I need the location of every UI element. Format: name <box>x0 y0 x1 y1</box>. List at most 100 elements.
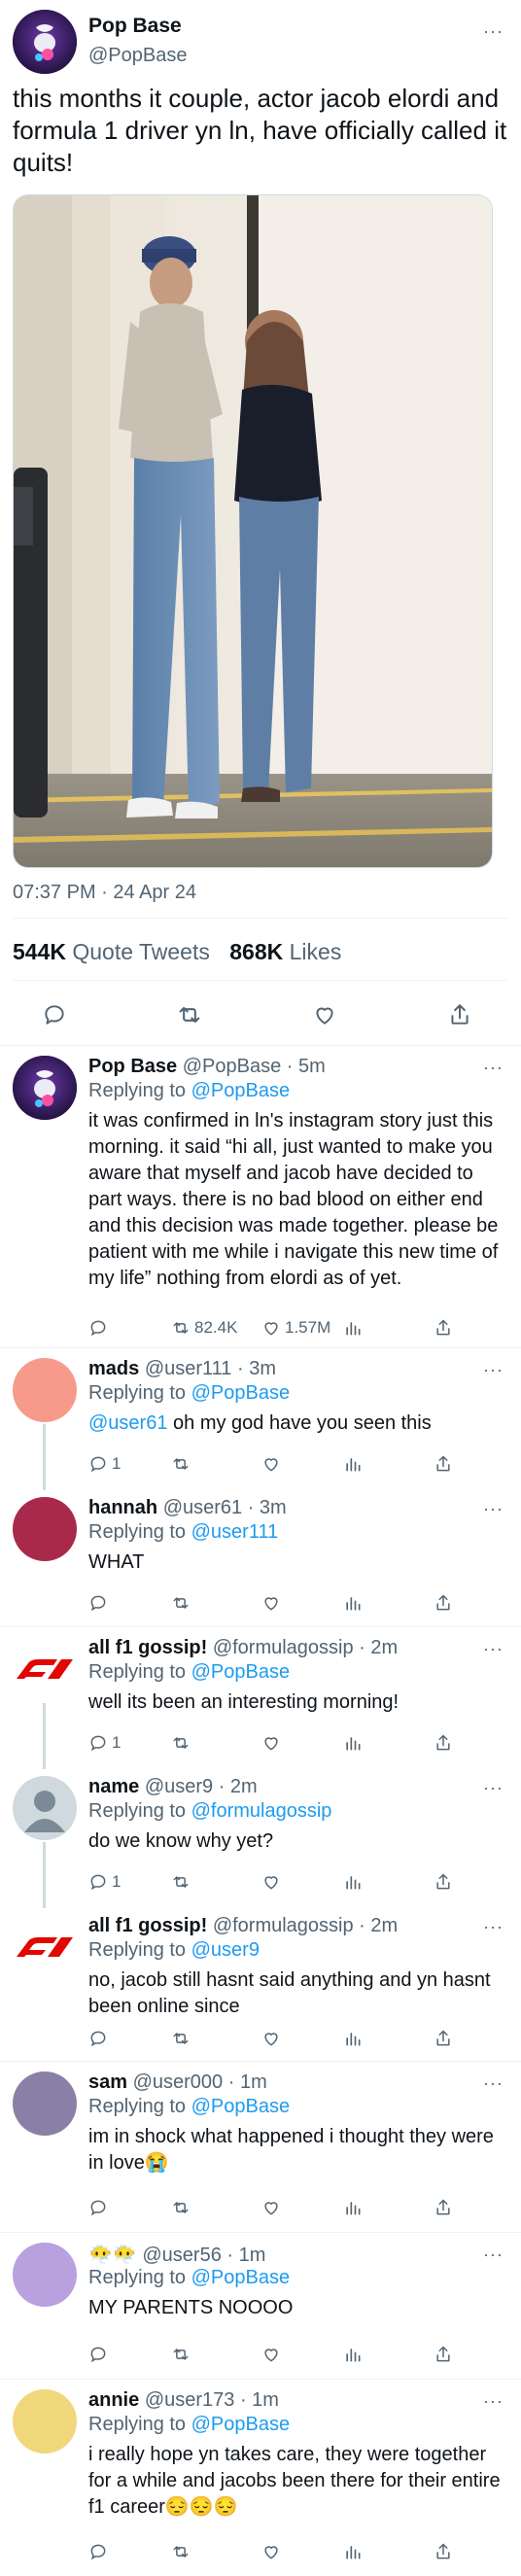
reply-button[interactable] <box>37 997 72 1032</box>
like-button[interactable] <box>261 2342 281 2367</box>
replying-to-mention[interactable]: @PopBase <box>191 2414 290 2435</box>
reply-button[interactable] <box>88 2026 108 2051</box>
reply-button[interactable] <box>88 1315 108 1340</box>
reply-author-name[interactable]: sam <box>88 2071 127 2093</box>
author-handle[interactable]: @PopBase <box>88 45 187 67</box>
like-button[interactable] <box>307 997 342 1032</box>
reply-tweet[interactable]: 😶‍🌫️😶‍🌫️ @user56 · 1m ··· Replying to @P… <box>0 2233 521 2379</box>
retweet-button[interactable]: 82.4K <box>171 1315 237 1340</box>
likes-count[interactable]: 868K <box>229 939 283 964</box>
reply-author-name[interactable]: mads <box>88 1358 139 1379</box>
reply-handle-time[interactable]: @user000 · 1m <box>133 2071 267 2093</box>
more-icon[interactable]: ··· <box>483 1778 504 1798</box>
avatar[interactable] <box>13 1358 77 1422</box>
like-button[interactable]: 1.57M <box>261 1315 330 1340</box>
avatar[interactable] <box>13 2071 77 2136</box>
reply-tweet[interactable]: Pop Base @PopBase · 5m ··· Replying to @… <box>0 1046 521 1347</box>
retweet-button[interactable] <box>172 997 207 1032</box>
retweet-button[interactable] <box>171 1869 191 1895</box>
like-button[interactable] <box>261 1869 281 1895</box>
reply-tweet[interactable]: annie @user173 · 1m ··· Replying to @Pop… <box>0 2380 521 2576</box>
avatar[interactable] <box>13 1776 77 1840</box>
share-button[interactable] <box>442 997 477 1032</box>
reply-author-name[interactable]: hannah <box>88 1497 157 1518</box>
analytics-button[interactable] <box>343 2342 363 2367</box>
reply-handle-time[interactable]: @user111 · 3m <box>145 1358 276 1379</box>
avatar[interactable] <box>13 1637 77 1701</box>
more-icon[interactable]: ··· <box>483 2391 504 2412</box>
share-button[interactable] <box>434 1315 453 1340</box>
like-button[interactable] <box>261 2195 281 2220</box>
share-button[interactable] <box>434 2342 453 2367</box>
replying-to-mention[interactable]: @formulagossip <box>191 1800 332 1822</box>
reply-button[interactable]: 1 <box>88 1451 121 1477</box>
reply-author-name[interactable]: Pop Base <box>88 1056 177 1077</box>
reply-button[interactable]: 1 <box>88 1869 121 1895</box>
popbase-avatar[interactable] <box>13 10 77 74</box>
reply-handle-time[interactable]: @user9 · 2m <box>145 1776 258 1797</box>
more-icon[interactable]: ··· <box>483 1639 504 1659</box>
avatar[interactable] <box>13 1497 77 1561</box>
retweet-button[interactable] <box>171 1730 191 1756</box>
reply-button[interactable] <box>88 2342 108 2367</box>
avatar[interactable] <box>13 2389 77 2454</box>
replying-to-mention[interactable]: @user111 <box>191 1521 279 1543</box>
more-icon[interactable]: ··· <box>483 2073 504 2094</box>
analytics-button[interactable] <box>343 1315 363 1340</box>
retweet-button[interactable] <box>171 1590 191 1616</box>
quote-tweets-count[interactable]: 544K <box>13 939 66 964</box>
replying-to-mention[interactable]: @PopBase <box>191 2096 290 2117</box>
likes-label[interactable]: Likes <box>290 939 342 964</box>
like-button[interactable] <box>261 2026 281 2051</box>
share-button[interactable] <box>434 2195 453 2220</box>
avatar[interactable] <box>13 1915 77 1979</box>
retweet-button[interactable] <box>171 1451 191 1477</box>
reply-handle-time[interactable]: @user173 · 1m <box>145 2389 279 2411</box>
reply-tweet[interactable]: hannah @user61 · 3m ··· Replying to @use… <box>0 1487 521 1626</box>
like-button[interactable] <box>261 1730 281 1756</box>
reply-tweet[interactable]: name @user9 · 2m ··· Replying to @formul… <box>0 1766 521 1908</box>
more-icon[interactable]: ··· <box>483 21 504 42</box>
tweet-photo[interactable] <box>13 194 493 868</box>
replying-to-mention[interactable]: @PopBase <box>191 2267 290 2288</box>
analytics-button[interactable] <box>343 2195 363 2220</box>
reply-author-name[interactable]: annie <box>88 2389 139 2411</box>
reply-handle-time[interactable]: @formulagossip · 2m <box>213 1915 398 1936</box>
analytics-button[interactable] <box>343 2026 363 2051</box>
reply-author-name[interactable]: name <box>88 1776 139 1797</box>
more-icon[interactable]: ··· <box>483 1917 504 1937</box>
analytics-button[interactable] <box>343 1590 363 1616</box>
more-icon[interactable]: ··· <box>483 2245 504 2265</box>
like-button[interactable] <box>261 1590 281 1616</box>
retweet-button[interactable] <box>171 2195 191 2220</box>
more-icon[interactable]: ··· <box>483 1360 504 1380</box>
like-button[interactable] <box>261 1451 281 1477</box>
reply-handle-time[interactable]: @user61 · 3m <box>163 1497 287 1518</box>
tweet-timestamp[interactable]: 07:37 PM · 24 Apr 24 <box>13 882 196 904</box>
share-button[interactable] <box>434 2539 453 2564</box>
analytics-button[interactable] <box>343 1451 363 1477</box>
reply-handle-time[interactable]: @PopBase · 5m <box>183 1056 326 1077</box>
reply-button[interactable] <box>88 2539 108 2564</box>
more-icon[interactable]: ··· <box>483 1058 504 1078</box>
reply-handle-time[interactable]: @user56 · 1m <box>142 2245 265 2266</box>
share-button[interactable] <box>434 1869 453 1895</box>
replying-to-mention[interactable]: @user9 <box>191 1939 260 1961</box>
reply-button[interactable] <box>88 2195 108 2220</box>
more-icon[interactable]: ··· <box>483 1499 504 1519</box>
share-button[interactable] <box>434 2026 453 2051</box>
retweet-button[interactable] <box>171 2342 191 2367</box>
reply-author-name[interactable]: all f1 gossip! <box>88 1637 207 1658</box>
analytics-button[interactable] <box>343 2539 363 2564</box>
quote-tweets-label[interactable]: Quote Tweets <box>72 939 210 964</box>
retweet-button[interactable] <box>171 2026 191 2051</box>
reply-button[interactable] <box>88 1590 108 1616</box>
reply-tweet[interactable]: all f1 gossip! @formulagossip · 2m ··· R… <box>0 1905 521 2061</box>
replying-to-mention[interactable]: @PopBase <box>191 1080 290 1101</box>
avatar[interactable] <box>13 2243 77 2307</box>
mention-link[interactable]: @user61 <box>88 1412 167 1434</box>
replying-to-mention[interactable]: @PopBase <box>191 1382 290 1404</box>
replying-to-mention[interactable]: @PopBase <box>191 1661 290 1683</box>
reply-author-name[interactable]: 😶‍🌫️😶‍🌫️ <box>88 2245 137 2266</box>
reply-tweet[interactable]: all f1 gossip! @formulagossip · 2m ··· R… <box>0 1627 521 1769</box>
